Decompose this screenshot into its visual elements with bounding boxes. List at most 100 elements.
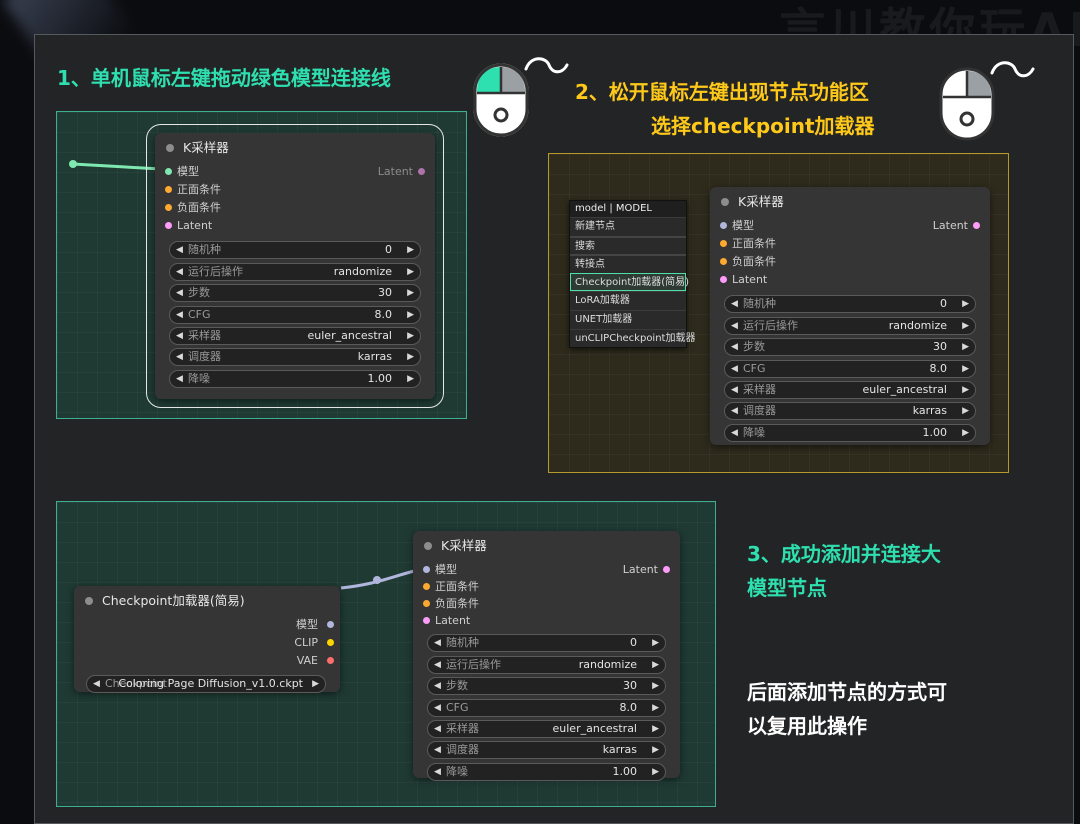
increment-arrow-icon[interactable]: ▶ (312, 676, 319, 692)
increment-arrow-icon[interactable]: ▶ (407, 349, 414, 365)
increment-arrow-icon[interactable]: ▶ (652, 700, 659, 716)
canvas-step2[interactable]: model | MODEL 新建节点 搜索 转接点 Checkpoint加载器(… (548, 153, 1009, 473)
widget-sampler[interactable]: ◀ 采样器 euler_ancestral ▶ (169, 326, 421, 345)
decrement-arrow-icon[interactable]: ◀ (731, 403, 738, 419)
output-slot-model[interactable]: 模型 (74, 616, 340, 634)
menu-item-reroute[interactable]: 转接点 (570, 254, 686, 273)
output-slot-vae[interactable]: VAE (74, 652, 340, 670)
increment-arrow-icon[interactable]: ▶ (962, 403, 969, 419)
collapse-dot-icon[interactable] (721, 198, 729, 206)
widget-seed[interactable]: ◀ 随机种 0 ▶ (724, 295, 976, 314)
widget-checkpoint-name[interactable]: ◀ Checkpoint Coloring Page Diffusion_v1.0.… (86, 675, 326, 694)
increment-arrow-icon[interactable]: ▶ (652, 721, 659, 737)
ksampler-node[interactable]: K采样器 模型 Latent 正面条件 负面条件 Latent ◀ 随机种 0 ▶ ◀… (710, 187, 990, 445)
input-slot-latent[interactable]: Latent (710, 271, 990, 289)
increment-arrow-icon[interactable]: ▶ (407, 307, 414, 323)
widget-cfg[interactable]: ◀ CFG 8.0 ▶ (169, 305, 421, 324)
decrement-arrow-icon[interactable]: ◀ (176, 328, 183, 344)
increment-arrow-icon[interactable]: ▶ (962, 318, 969, 334)
decrement-arrow-icon[interactable]: ◀ (176, 242, 183, 258)
input-slot-latent[interactable]: Latent (413, 612, 680, 629)
input-slot-positive[interactable]: 正面条件 (413, 578, 680, 595)
decrement-arrow-icon[interactable]: ◀ (731, 382, 738, 398)
collapse-dot-icon[interactable] (166, 144, 174, 152)
increment-arrow-icon[interactable]: ▶ (652, 742, 659, 758)
widget-sampler[interactable]: ◀ 采样器 euler_ancestral ▶ (724, 380, 976, 399)
menu-item-unclip-loader[interactable]: unCLIPCheckpoint加载器 (570, 328, 695, 348)
increment-arrow-icon[interactable]: ▶ (962, 339, 969, 355)
decrement-arrow-icon[interactable]: ◀ (731, 425, 738, 441)
menu-item-unet-loader[interactable]: UNET加载器 (570, 309, 686, 329)
input-slot-model[interactable]: 模型 Latent (155, 163, 435, 181)
menu-item-new-node[interactable]: 新建节点 (570, 217, 686, 236)
increment-arrow-icon[interactable]: ▶ (962, 296, 969, 312)
decrement-arrow-icon[interactable]: ◀ (731, 361, 738, 377)
widget-steps[interactable]: ◀ 步数 30 ▶ (427, 677, 666, 696)
node-title[interactable]: K采样器 (710, 187, 990, 217)
output-slot-clip[interactable]: CLIP (74, 634, 340, 652)
collapse-dot-icon[interactable] (85, 597, 93, 605)
increment-arrow-icon[interactable]: ▶ (407, 264, 414, 280)
increment-arrow-icon[interactable]: ▶ (652, 635, 659, 651)
decrement-arrow-icon[interactable]: ◀ (434, 657, 441, 673)
widget-control-after[interactable]: ◀ 运行后操作 randomize ▶ (427, 655, 666, 674)
output-slot-latent[interactable]: Latent (623, 561, 670, 578)
increment-arrow-icon[interactable]: ▶ (407, 242, 414, 258)
increment-arrow-icon[interactable]: ▶ (962, 425, 969, 441)
widget-steps[interactable]: ◀ 步数 30 ▶ (169, 284, 421, 303)
node-context-menu[interactable]: model | MODEL 新建节点 搜索 转接点 Checkpoint加载器(… (569, 200, 695, 349)
decrement-arrow-icon[interactable]: ◀ (176, 371, 183, 387)
widget-seed[interactable]: ◀ 随机种 0 ▶ (427, 634, 666, 653)
canvas-step3[interactable]: Checkpoint加载器(简易) 模型 CLIP VAE ◀ Checkpoin… (56, 501, 716, 807)
node-title[interactable]: K采样器 (413, 531, 680, 561)
collapse-dot-icon[interactable] (424, 542, 432, 550)
increment-arrow-icon[interactable]: ▶ (407, 328, 414, 344)
decrement-arrow-icon[interactable]: ◀ (434, 742, 441, 758)
menu-item-lora-loader[interactable]: LoRA加载器 (570, 291, 686, 310)
decrement-arrow-icon[interactable]: ◀ (434, 700, 441, 716)
widget-control-after[interactable]: ◀ 运行后操作 randomize ▶ (724, 316, 976, 335)
decrement-arrow-icon[interactable]: ◀ (731, 296, 738, 312)
ksampler-node[interactable]: K采样器 模型 Latent 正面条件 负面条件 Latent ◀ 随机种 0 ▶ ◀… (146, 124, 444, 408)
decrement-arrow-icon[interactable]: ◀ (176, 349, 183, 365)
widget-denoise[interactable]: ◀ 降噪 1.00 ▶ (427, 762, 666, 781)
input-slot-positive[interactable]: 正面条件 (710, 235, 990, 253)
node-title[interactable]: K采样器 (155, 133, 435, 163)
input-slot-positive[interactable]: 正面条件 (155, 181, 435, 199)
widget-cfg[interactable]: ◀ CFG 8.0 ▶ (724, 359, 976, 378)
decrement-arrow-icon[interactable]: ◀ (176, 264, 183, 280)
input-slot-negative[interactable]: 负面条件 (710, 253, 990, 271)
decrement-arrow-icon[interactable]: ◀ (434, 678, 441, 694)
widget-sampler[interactable]: ◀ 采样器 euler_ancestral ▶ (427, 719, 666, 738)
decrement-arrow-icon[interactable]: ◀ (434, 721, 441, 737)
widget-denoise[interactable]: ◀ 降噪 1.00 ▶ (169, 369, 421, 388)
input-slot-latent[interactable]: Latent (155, 217, 435, 235)
decrement-arrow-icon[interactable]: ◀ (731, 318, 738, 334)
increment-arrow-icon[interactable]: ▶ (652, 657, 659, 673)
decrement-arrow-icon[interactable]: ◀ (176, 307, 183, 323)
decrement-arrow-icon[interactable]: ◀ (434, 635, 441, 651)
ksampler-node[interactable]: K采样器 模型 Latent 正面条件 负面条件 Latent ◀ 随机种 0 ▶ ◀… (413, 531, 680, 781)
increment-arrow-icon[interactable]: ▶ (652, 764, 659, 780)
widget-scheduler[interactable]: ◀ 调度器 karras ▶ (724, 402, 976, 421)
decrement-arrow-icon[interactable]: ◀ (434, 764, 441, 780)
decrement-arrow-icon[interactable]: ◀ (93, 676, 100, 692)
widget-scheduler[interactable]: ◀ 调度器 karras ▶ (169, 348, 421, 367)
node-title[interactable]: Checkpoint加载器(简易) (74, 586, 340, 616)
input-slot-model[interactable]: 模型 Latent (710, 217, 990, 235)
menu-item-search[interactable]: 搜索 (570, 235, 686, 255)
increment-arrow-icon[interactable]: ▶ (652, 678, 659, 694)
widget-cfg[interactable]: ◀ CFG 8.0 ▶ (427, 698, 666, 717)
canvas-step1[interactable]: K采样器 模型 Latent 正面条件 负面条件 Latent ◀ 随机种 0 ▶ ◀… (56, 111, 467, 419)
output-slot-latent[interactable]: Latent (378, 163, 425, 181)
menu-item-checkpoint-loader[interactable]: Checkpoint加载器(简易) (570, 272, 689, 292)
widget-control-after[interactable]: ◀ 运行后操作 randomize ▶ (169, 262, 421, 281)
decrement-arrow-icon[interactable]: ◀ (176, 285, 183, 301)
increment-arrow-icon[interactable]: ▶ (407, 285, 414, 301)
widget-scheduler[interactable]: ◀ 调度器 karras ▶ (427, 741, 666, 760)
output-slot-latent[interactable]: Latent (933, 217, 980, 235)
widget-seed[interactable]: ◀ 随机种 0 ▶ (169, 241, 421, 260)
input-slot-negative[interactable]: 负面条件 (413, 595, 680, 612)
input-slot-negative[interactable]: 负面条件 (155, 199, 435, 217)
input-slot-model[interactable]: 模型 Latent (413, 561, 680, 578)
